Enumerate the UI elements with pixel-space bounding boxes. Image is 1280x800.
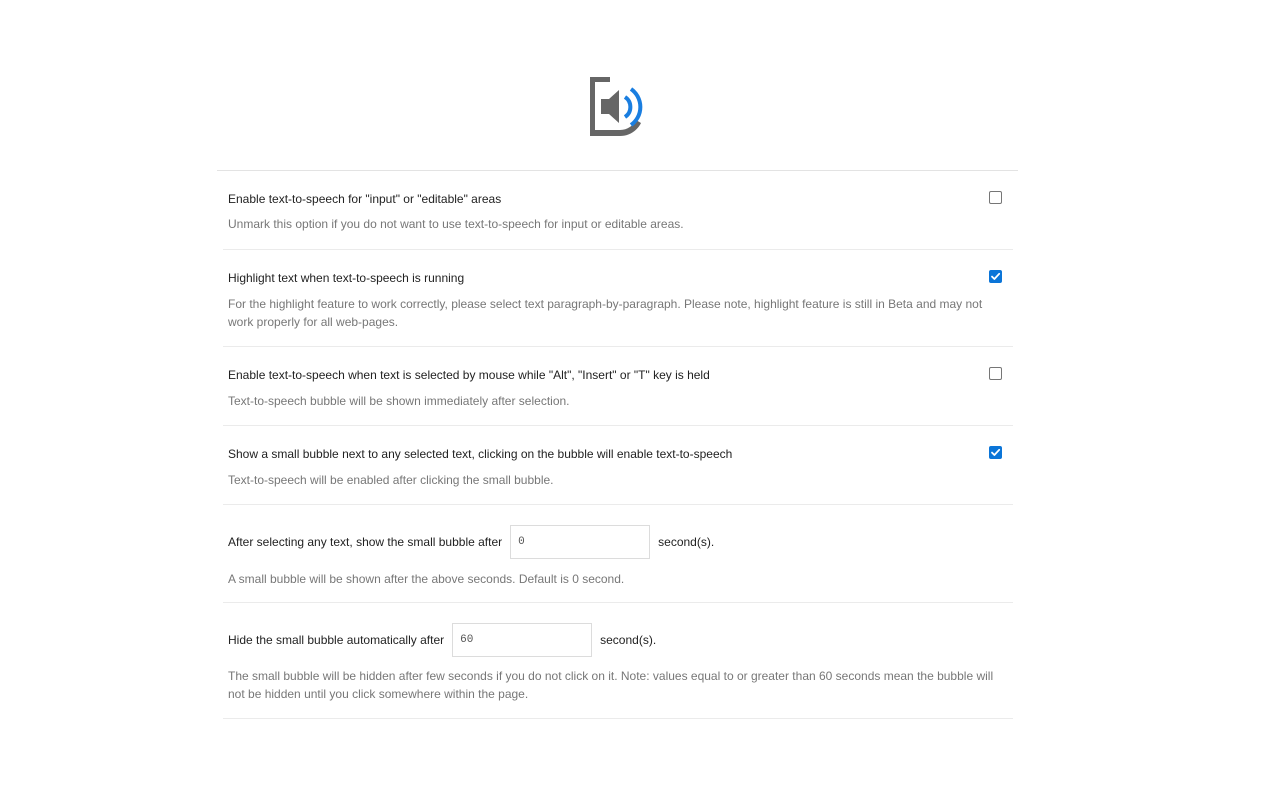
option-description: For the highlight feature to work correc…: [228, 297, 983, 329]
option-bubble-delay: After selecting any text, show the small…: [223, 505, 1013, 603]
bubble-hide-unit: second(s).: [600, 633, 657, 647]
option-description: Text-to-speech will be enabled after cli…: [228, 473, 554, 487]
show-bubble-checkbox[interactable]: [989, 446, 1002, 459]
option-description: Unmark this option if you do not want to…: [228, 217, 684, 231]
bubble-hide-input[interactable]: [452, 623, 593, 657]
option-title: Show a small bubble next to any selected…: [228, 447, 733, 461]
editable-areas-checkbox[interactable]: [989, 191, 1002, 204]
option-editable-areas: Enable text-to-speech for "input" or "ed…: [223, 171, 1013, 250]
option-description: A small bubble will be shown after the a…: [228, 572, 625, 586]
option-title: Enable text-to-speech for "input" or "ed…: [228, 192, 502, 206]
option-highlight-text: Highlight text when text-to-speech is ru…: [223, 250, 1013, 347]
bubble-delay-row: After selecting any text, show the small…: [228, 525, 714, 559]
modifier-key-checkbox[interactable]: [989, 367, 1002, 380]
speaker-document-icon: [590, 77, 643, 136]
option-modifier-key: Enable text-to-speech when text is selec…: [223, 347, 1013, 426]
bubble-hide-label: Hide the small bubble automatically afte…: [228, 633, 445, 647]
checkmark-icon: [991, 272, 1001, 280]
option-title: Enable text-to-speech when text is selec…: [228, 368, 710, 382]
option-bubble-hide: Hide the small bubble automatically afte…: [223, 603, 1013, 719]
bubble-delay-label: After selecting any text, show the small…: [228, 535, 503, 549]
checkmark-icon: [991, 448, 1001, 456]
option-description: The small bubble will be hidden after fe…: [228, 669, 994, 701]
logo-container: [0, 74, 1236, 138]
option-show-bubble: Show a small bubble next to any selected…: [223, 426, 1013, 505]
bubble-delay-input[interactable]: [510, 525, 651, 559]
bubble-hide-row: Hide the small bubble automatically afte…: [228, 623, 656, 657]
options-list: Enable text-to-speech for "input" or "ed…: [217, 171, 1018, 719]
bubble-delay-unit: second(s).: [658, 535, 715, 549]
highlight-text-checkbox[interactable]: [989, 270, 1002, 283]
option-description: Text-to-speech bubble will be shown imme…: [228, 394, 570, 408]
option-title: Highlight text when text-to-speech is ru…: [228, 271, 465, 285]
